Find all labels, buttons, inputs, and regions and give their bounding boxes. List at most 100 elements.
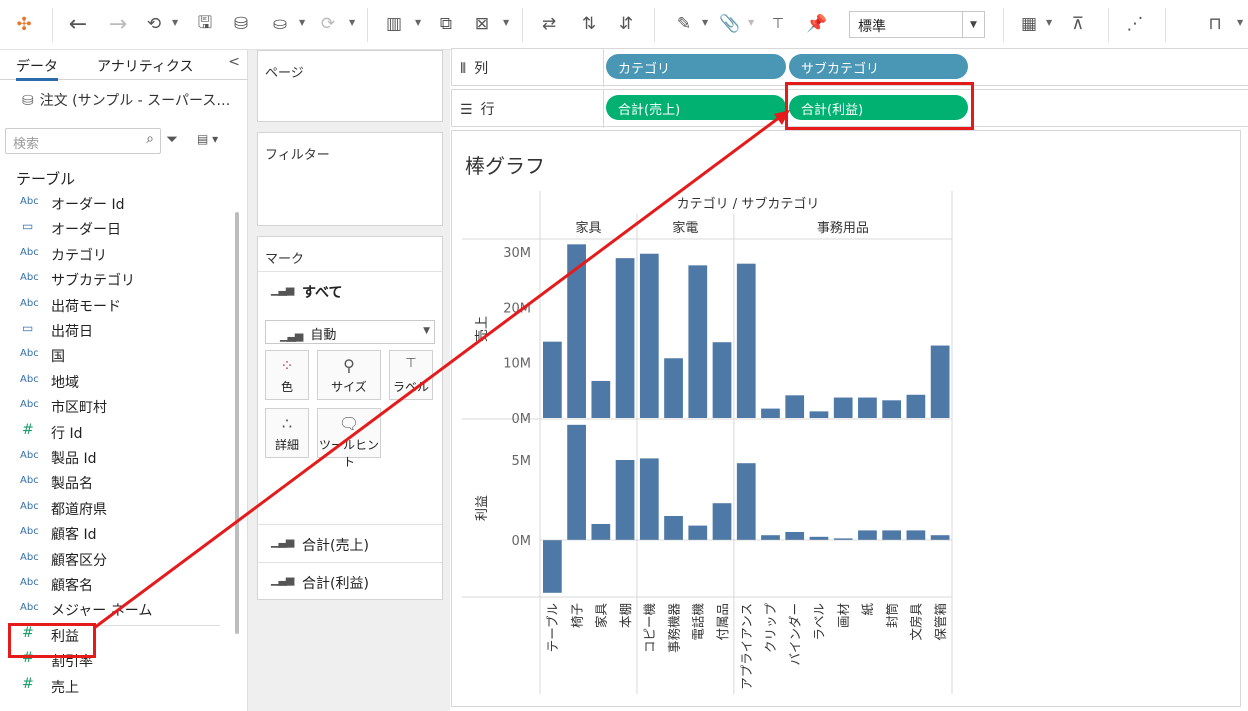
bar <box>615 460 635 540</box>
field-name: 地域 <box>51 374 79 391</box>
field-customer-name[interactable]: Abc 顧客名 <box>0 572 228 597</box>
chevron-down-icon[interactable]: ▼ <box>172 18 178 27</box>
replay-icon[interactable]: ⟲ <box>142 12 166 36</box>
color-button[interactable]: ⁘ 色 <box>265 350 309 400</box>
collapse-pane-icon[interactable]: < <box>228 54 240 70</box>
toolbar-separator <box>367 8 368 42</box>
field-category[interactable]: Abc カテゴリ <box>0 242 228 267</box>
sort-descending-icon[interactable]: ⇵ <box>614 12 638 36</box>
field-region[interactable]: Abc 地域 <box>0 369 228 394</box>
field-prefecture[interactable]: Abc 都道府県 <box>0 496 228 521</box>
field-product-id[interactable]: Abc 製品 Id <box>0 445 228 470</box>
bar <box>639 458 659 540</box>
field-name: メジャー ネーム <box>51 603 153 620</box>
undo-icon[interactable]: ← <box>66 12 90 37</box>
duplicate-sheet-icon[interactable]: ⧉ <box>434 12 458 36</box>
field-city[interactable]: Abc 市区町村 <box>0 394 228 419</box>
chevron-down-icon[interactable]: ▼ <box>349 18 355 27</box>
fix-axes-icon[interactable]: 📌 <box>805 12 829 36</box>
tableau-logo-icon[interactable]: ✣ <box>12 12 36 36</box>
label-button[interactable]: ⊤ ラベル <box>389 350 433 400</box>
pill-subcategory[interactable]: サブカテゴリ <box>789 54 968 79</box>
pages-label: ページ <box>265 66 304 81</box>
view-options-icon[interactable]: ▤ ▾ <box>197 132 218 146</box>
bar <box>906 394 926 418</box>
field-name: 出荷日 <box>51 324 93 340</box>
field-subcategory[interactable]: Abc サブカテゴリ <box>0 267 228 292</box>
show-mark-labels-icon[interactable]: ⊤ <box>766 12 790 36</box>
columns-shelf[interactable]: ⦀ 列 カテゴリ サブカテゴリ <box>451 48 1248 87</box>
pill-sum-sales[interactable]: 合計(売上) <box>606 95 786 120</box>
field-name: 製品 Id <box>51 451 97 467</box>
axis-tick-label: 20M <box>503 301 531 316</box>
redo-icon[interactable]: → <box>106 12 130 37</box>
field-name: 市区町村 <box>51 400 107 417</box>
show-filter-icon[interactable]: ⊓ <box>1203 12 1227 36</box>
group-members-icon[interactable]: 📎 <box>718 12 742 36</box>
field-order-id[interactable]: Abc オーダー Id <box>0 191 228 216</box>
filter-icon[interactable]: ⏷ <box>166 130 178 148</box>
fit-select[interactable]: 標準 ▼ <box>849 11 985 38</box>
bar <box>615 258 635 418</box>
swap-rows-columns-icon[interactable]: ⇄ <box>537 12 561 36</box>
chevron-down-icon[interactable]: ▼ <box>1046 18 1052 27</box>
field-customer-segment[interactable]: Abc 顧客区分 <box>0 547 228 572</box>
detail-button[interactable]: ∴ 詳細 <box>265 408 309 458</box>
chevron-down-icon[interactable]: ▼ <box>962 12 984 37</box>
datasource-item[interactable]: ⛁ 注文 (サンプル - スーパース… <box>22 90 230 110</box>
field-name: 行 Id <box>51 425 83 442</box>
mark-type-select[interactable]: ▁▃▅ 自動 ▼ <box>265 320 435 344</box>
category-header: 事務用品 <box>817 221 869 236</box>
field-customer-id[interactable]: Abc 顧客 Id <box>0 521 228 546</box>
highlight-icon[interactable]: ✎ <box>672 12 696 36</box>
clear-sheet-icon[interactable]: ⊠ <box>470 12 494 36</box>
chevron-down-icon[interactable]: ▼ <box>423 326 430 336</box>
chevron-down-icon[interactable]: ▼ <box>299 18 305 27</box>
marks-all-row[interactable]: ▁▃▅ すべて <box>258 271 442 311</box>
field-ship-mode[interactable]: Abc 出荷モード <box>0 293 228 318</box>
color-label: 色 <box>280 380 293 394</box>
search-input[interactable]: 検索 ⌕ <box>5 128 161 154</box>
chevron-down-icon[interactable]: ▼ <box>702 18 708 27</box>
bar <box>736 263 756 418</box>
field-country[interactable]: Abc 国 <box>0 343 228 368</box>
tooltip-button[interactable]: 🗨 ツールヒント <box>317 408 381 469</box>
tab-analytics[interactable]: アナリティクス <box>97 56 193 76</box>
field-measure-names[interactable]: Abc メジャー ネーム <box>0 597 228 622</box>
chevron-down-icon[interactable]: ▼ <box>748 18 754 27</box>
field-name: オーダー Id <box>51 197 125 213</box>
new-sheet-icon[interactable]: ▥ <box>382 12 406 36</box>
field-order-date[interactable]: ▭ オーダー日 <box>0 216 228 241</box>
add-datasource-icon[interactable]: ⛁ <box>229 12 253 36</box>
chevron-down-icon[interactable]: ▼ <box>503 18 509 27</box>
field-name: 製品名 <box>51 476 93 493</box>
category-label: クリップ <box>763 603 778 654</box>
chevron-down-icon[interactable]: ▼ <box>415 18 421 27</box>
pause-datasource-icon[interactable]: ⛀ <box>268 12 292 36</box>
marks-sales-row[interactable]: ▁▃▅ 合計(売上) <box>258 524 442 562</box>
field-product-name[interactable]: Abc 製品名 <box>0 470 228 495</box>
pages-card[interactable]: ページ <box>257 50 443 122</box>
field-ship-date[interactable]: ▭ 出荷日 <box>0 318 228 343</box>
field-sales[interactable]: # 売上 <box>0 674 228 699</box>
search-icon[interactable]: ⌕ <box>146 131 154 147</box>
tab-data[interactable]: データ <box>16 56 58 81</box>
marks-profit-label: 合計(利益) <box>302 576 369 592</box>
marks-profit-row[interactable]: ▁▃▅ 合計(利益) <box>258 562 442 600</box>
category-label: テーブル <box>545 603 560 652</box>
show-me-icon[interactable]: ▦ <box>1017 12 1041 36</box>
field-name: オーダー日 <box>51 222 121 239</box>
scrollbar[interactable] <box>235 212 239 634</box>
presentation-mode-icon[interactable]: ⊼ <box>1066 12 1090 36</box>
size-button[interactable]: ⚲ サイズ <box>317 350 381 400</box>
bar <box>882 530 902 540</box>
chevron-down-icon[interactable]: ▼ <box>1237 18 1243 27</box>
share-icon[interactable]: ⋰ <box>1123 12 1147 36</box>
bar <box>567 244 586 418</box>
filters-card[interactable]: フィルター <box>257 132 443 226</box>
save-icon[interactable]: 🖫 <box>193 12 217 36</box>
refresh-icon[interactable]: ⟳ <box>316 12 340 36</box>
field-row-id[interactable]: # 行 Id <box>0 420 228 445</box>
sort-ascending-icon[interactable]: ⇅ <box>577 12 601 36</box>
pill-category[interactable]: カテゴリ <box>606 54 786 79</box>
